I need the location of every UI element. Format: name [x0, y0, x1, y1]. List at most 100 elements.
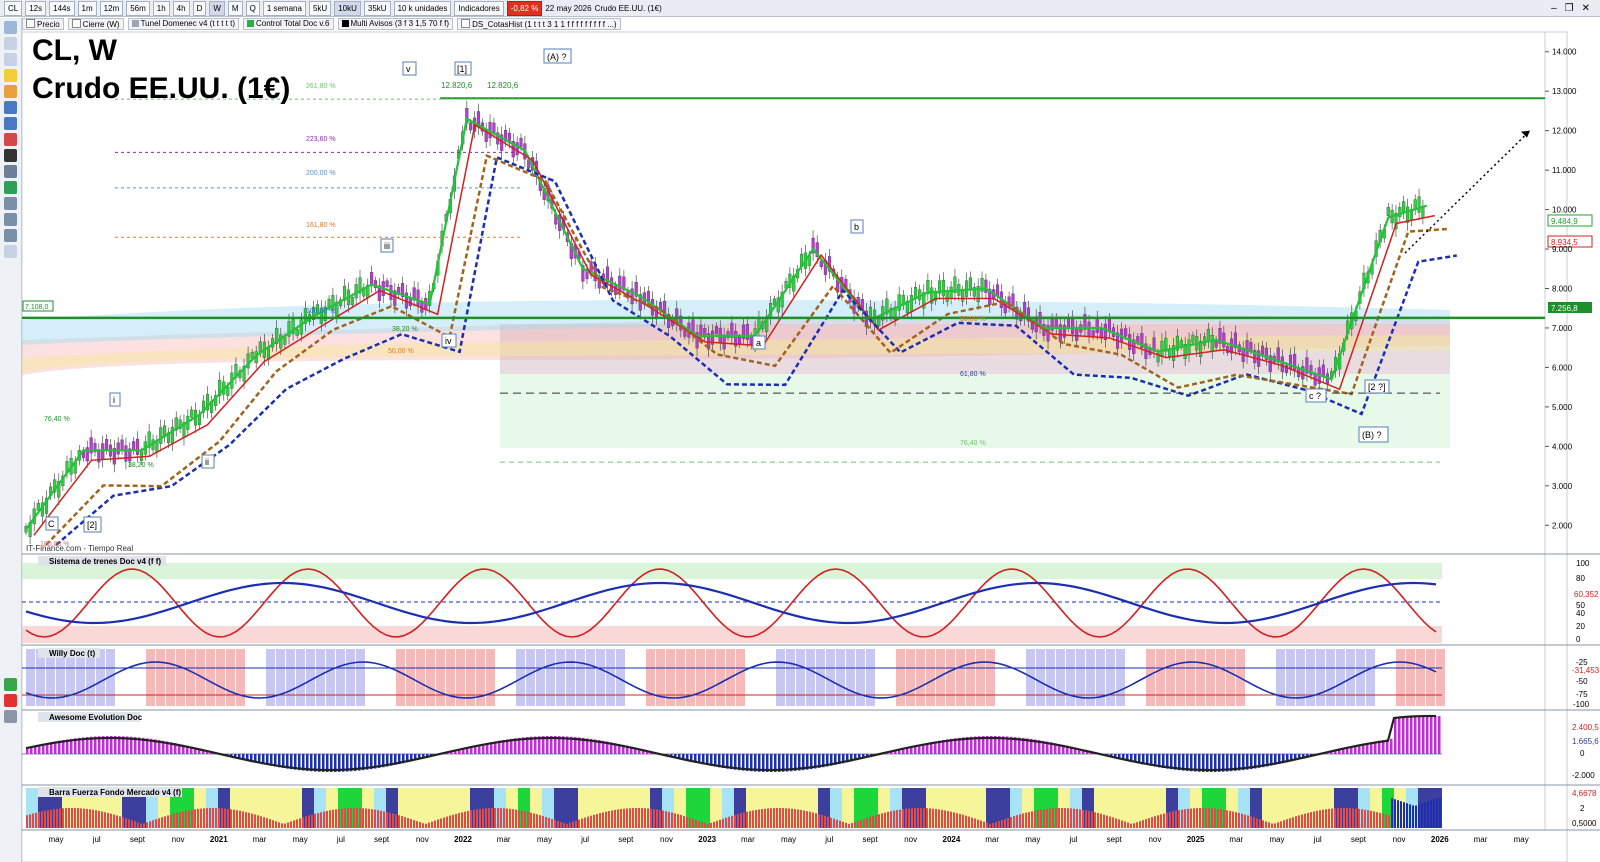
force-bar	[785, 808, 787, 828]
force-bar	[1232, 811, 1234, 828]
force-bar	[443, 817, 445, 828]
willy-band	[956, 649, 965, 706]
willy-band	[1036, 649, 1045, 706]
candle-body	[1071, 318, 1075, 334]
force-bar	[587, 816, 589, 828]
candle-body	[416, 289, 420, 306]
force-bar	[818, 814, 820, 828]
fib-label: 38,20 %	[392, 326, 418, 333]
force-bar	[740, 813, 742, 828]
force-bar	[1421, 803, 1423, 828]
panel-scale-label: 4,6678	[1572, 789, 1597, 798]
force-bar	[926, 808, 928, 828]
candle-body	[1124, 328, 1128, 337]
panel-title[interactable]: Willy Doc (t)	[49, 649, 95, 658]
force-bar	[1436, 798, 1438, 828]
willy-band	[926, 649, 935, 706]
force-bar	[683, 815, 685, 828]
time-tick-label: jul	[580, 835, 589, 844]
candle-body	[135, 438, 140, 455]
force-bar	[758, 809, 760, 828]
force-bar	[1370, 810, 1372, 828]
force-bar	[626, 808, 628, 828]
force-bar	[1307, 812, 1309, 828]
candle-body	[650, 299, 655, 316]
force-bar	[1394, 799, 1396, 828]
force-bar	[461, 812, 463, 828]
force-bar	[578, 819, 580, 828]
fib-label: 200,00 %	[306, 170, 336, 177]
force-bar	[779, 808, 781, 828]
candle-body	[738, 337, 742, 345]
force-bar	[428, 822, 430, 828]
willy-band	[296, 649, 305, 706]
panel-scale-label: 0	[1580, 749, 1585, 758]
force-bar	[491, 808, 493, 828]
force-bar	[1337, 808, 1339, 828]
willy-band	[136, 649, 145, 706]
force-bar	[1199, 808, 1201, 828]
force-bar	[1280, 821, 1282, 828]
force-bar	[533, 813, 535, 828]
force-bar	[497, 808, 499, 828]
force-bar	[1112, 817, 1114, 828]
chart-canvas: CL, W Crudo EE.UU. (1€) IT-Finance.com -…	[21, 31, 1600, 862]
willy-band	[1366, 649, 1375, 706]
candle-body	[1222, 332, 1226, 348]
force-bar	[437, 819, 439, 828]
willy-band	[116, 649, 125, 706]
force-bar	[548, 817, 550, 828]
force-bar	[1376, 812, 1378, 828]
force-bar	[1019, 814, 1021, 828]
force-bar	[968, 816, 970, 828]
panel-title[interactable]: Awesome Evolution Doc	[49, 713, 143, 722]
force-bar	[212, 808, 214, 828]
force-bar	[608, 811, 610, 828]
force-bar	[1310, 812, 1312, 828]
force-bar	[1400, 801, 1402, 828]
force-bar	[500, 808, 502, 828]
force-bar	[1184, 809, 1186, 828]
force-bar	[581, 818, 583, 828]
force-bar	[398, 815, 400, 828]
force-bar	[1076, 808, 1078, 828]
force-bar	[536, 814, 538, 828]
force-bar	[455, 813, 457, 828]
force-bar	[851, 823, 853, 828]
force-bar	[857, 820, 859, 828]
force-bar	[689, 817, 691, 828]
force-bar	[908, 808, 910, 828]
force-bar	[146, 822, 148, 828]
force-bar	[257, 815, 259, 828]
panel-scale-label: 60,352	[1574, 590, 1599, 599]
force-bar	[1148, 818, 1150, 828]
time-tick-label: sept	[374, 835, 390, 844]
willy-band	[436, 649, 445, 706]
force-bar	[1031, 811, 1033, 828]
force-bar	[1139, 821, 1141, 828]
candle-body	[295, 329, 299, 336]
histogram-bar	[1390, 738, 1393, 754]
willy-band	[376, 649, 385, 706]
force-bar	[383, 811, 385, 828]
force-bar	[812, 812, 814, 828]
force-bar	[479, 808, 481, 828]
force-bar	[566, 823, 568, 828]
candle-body	[515, 142, 519, 156]
willy-band	[1156, 649, 1165, 706]
panel-title[interactable]: Barra Fuerza Fondo Mercado v4 (f)	[49, 788, 181, 797]
force-bar	[1238, 812, 1240, 828]
force-bar	[1142, 820, 1144, 828]
force-bar	[1226, 810, 1228, 828]
time-tick-label: sept	[130, 835, 146, 844]
force-bar	[629, 808, 631, 828]
force-bar	[935, 809, 937, 828]
force-bar	[341, 808, 343, 828]
willy-band	[746, 649, 755, 706]
force-bar	[989, 823, 991, 828]
force-bar	[434, 820, 436, 828]
force-bar	[944, 810, 946, 828]
force-bar	[1298, 815, 1300, 828]
force-bar	[584, 817, 586, 828]
panel-title[interactable]: Sistema de trenes Doc v4 (f f)	[49, 557, 161, 566]
